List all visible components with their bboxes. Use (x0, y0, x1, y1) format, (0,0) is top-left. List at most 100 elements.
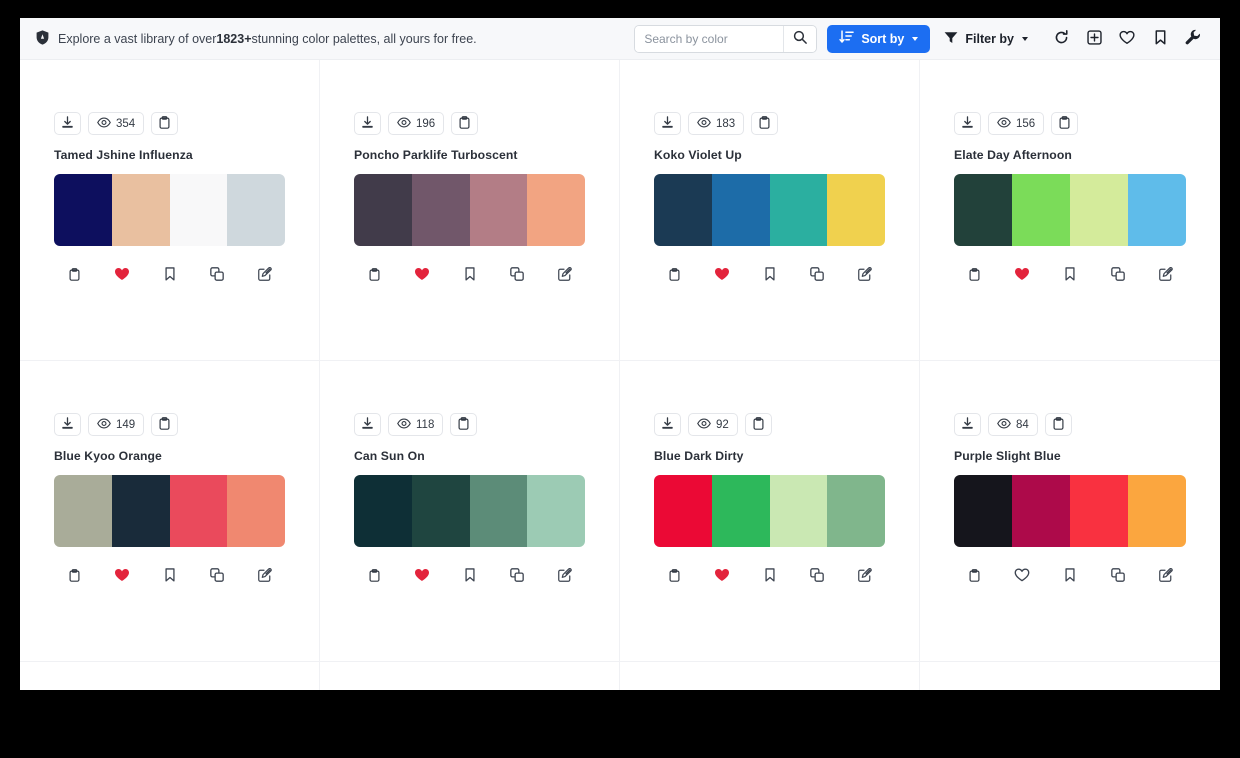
palette-card[interactable] (920, 662, 1220, 690)
color-swatch[interactable] (354, 475, 412, 547)
search-input[interactable] (635, 26, 783, 52)
clipboard-action-button[interactable] (664, 264, 684, 284)
color-swatch[interactable] (54, 475, 112, 547)
duplicate-button[interactable] (507, 565, 527, 585)
color-swatch[interactable] (712, 475, 770, 547)
edit-button[interactable] (1156, 565, 1176, 585)
edit-button[interactable] (555, 565, 575, 585)
palette-card[interactable]: 183 Koko Violet Up (620, 60, 920, 361)
copy-hex-button[interactable] (1045, 413, 1072, 436)
palette-card[interactable]: 149 Blue Kyoo Orange (20, 361, 320, 662)
clipboard-action-button[interactable] (64, 565, 84, 585)
color-swatch[interactable] (354, 174, 412, 246)
edit-button[interactable] (855, 565, 875, 585)
edit-button[interactable] (255, 264, 275, 284)
color-swatch[interactable] (227, 174, 285, 246)
clipboard-action-button[interactable] (964, 264, 984, 284)
edit-button[interactable] (255, 565, 275, 585)
bookmark-button[interactable] (1060, 565, 1080, 585)
copy-hex-button[interactable] (151, 413, 178, 436)
like-button[interactable] (1012, 264, 1032, 284)
color-swatch[interactable] (770, 174, 828, 246)
like-button[interactable] (1012, 565, 1032, 585)
refresh-button[interactable] (1048, 25, 1074, 53)
copy-hex-button[interactable] (151, 112, 178, 135)
color-swatch[interactable] (412, 475, 470, 547)
like-button[interactable] (712, 264, 732, 284)
color-swatch[interactable] (170, 475, 228, 547)
like-button[interactable] (712, 565, 732, 585)
bookmark-button[interactable] (160, 264, 180, 284)
color-swatch[interactable] (54, 174, 112, 246)
sort-by-button[interactable]: Sort by (827, 25, 930, 53)
palette-card[interactable] (20, 662, 320, 690)
bookmark-button[interactable] (1060, 264, 1080, 284)
color-swatch[interactable] (227, 475, 285, 547)
bookmark-button[interactable] (460, 264, 480, 284)
edit-button[interactable] (855, 264, 875, 284)
color-swatch[interactable] (1070, 475, 1128, 547)
download-button[interactable] (54, 112, 81, 135)
copy-hex-button[interactable] (451, 112, 478, 135)
copy-hex-button[interactable] (751, 112, 778, 135)
color-swatch[interactable] (712, 174, 770, 246)
edit-button[interactable] (1156, 264, 1176, 284)
color-swatch[interactable] (1128, 475, 1186, 547)
palette-card[interactable]: 118 Can Sun On (320, 361, 620, 662)
color-swatch[interactable] (827, 475, 885, 547)
color-swatch[interactable] (112, 174, 170, 246)
color-swatch[interactable] (654, 174, 712, 246)
color-swatch[interactable] (1012, 174, 1070, 246)
palette-card[interactable]: 196 Poncho Parklife Turboscent (320, 60, 620, 361)
duplicate-button[interactable] (507, 264, 527, 284)
palette-card[interactable]: 156 Elate Day Afternoon (920, 60, 1220, 361)
collections-button[interactable] (1147, 25, 1173, 53)
download-button[interactable] (954, 413, 981, 436)
clipboard-action-button[interactable] (364, 264, 384, 284)
color-swatch[interactable] (1070, 174, 1128, 246)
copy-hex-button[interactable] (450, 413, 477, 436)
clipboard-action-button[interactable] (964, 565, 984, 585)
color-swatch[interactable] (770, 475, 828, 547)
download-button[interactable] (954, 112, 981, 135)
palette-card[interactable]: 84 Purple Slight Blue (920, 361, 1220, 662)
color-swatch[interactable] (827, 174, 885, 246)
color-swatch[interactable] (954, 475, 1012, 547)
search-submit-button[interactable] (783, 26, 816, 52)
copy-hex-button[interactable] (745, 413, 772, 436)
palette-card[interactable]: 92 Blue Dark Dirty (620, 361, 920, 662)
favorites-button[interactable] (1114, 25, 1140, 53)
bookmark-button[interactable] (460, 565, 480, 585)
copy-hex-button[interactable] (1051, 112, 1078, 135)
duplicate-button[interactable] (207, 565, 227, 585)
clipboard-action-button[interactable] (64, 264, 84, 284)
color-swatch[interactable] (170, 174, 228, 246)
color-swatch[interactable] (470, 475, 528, 547)
palette-card[interactable]: 354 Tamed Jshine Influenza (20, 60, 320, 361)
download-button[interactable] (354, 112, 381, 135)
color-swatch[interactable] (1128, 174, 1186, 246)
filter-by-button[interactable]: Filter by (940, 25, 1032, 53)
duplicate-button[interactable] (807, 565, 827, 585)
palette-card[interactable] (320, 662, 620, 690)
like-button[interactable] (112, 565, 132, 585)
duplicate-button[interactable] (207, 264, 227, 284)
color-swatch[interactable] (112, 475, 170, 547)
color-swatch[interactable] (412, 174, 470, 246)
clipboard-action-button[interactable] (364, 565, 384, 585)
color-swatch[interactable] (470, 174, 528, 246)
duplicate-button[interactable] (1108, 565, 1128, 585)
like-button[interactable] (112, 264, 132, 284)
color-swatch[interactable] (1012, 475, 1070, 547)
download-button[interactable] (654, 112, 681, 135)
bookmark-button[interactable] (760, 565, 780, 585)
clipboard-action-button[interactable] (664, 565, 684, 585)
tools-button[interactable] (1180, 25, 1206, 53)
download-button[interactable] (654, 413, 681, 436)
like-button[interactable] (412, 565, 432, 585)
color-swatch[interactable] (527, 475, 585, 547)
download-button[interactable] (54, 413, 81, 436)
bookmark-button[interactable] (160, 565, 180, 585)
bookmark-button[interactable] (760, 264, 780, 284)
duplicate-button[interactable] (1108, 264, 1128, 284)
